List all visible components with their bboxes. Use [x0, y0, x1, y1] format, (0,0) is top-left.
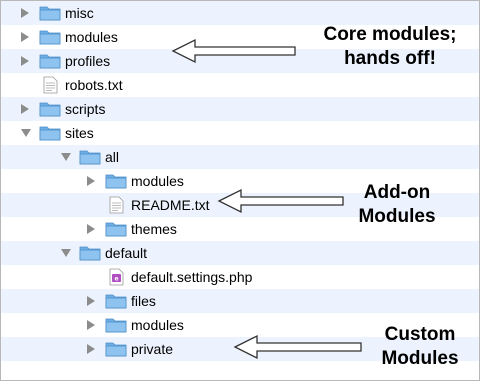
- tree-item-label: profiles: [65, 53, 111, 69]
- annotation-addon-modules: Add-on Modules: [337, 181, 457, 229]
- tree-item-label: all: [105, 149, 120, 165]
- folder-icon: [39, 52, 61, 70]
- annotation-core-line2: hands off!: [344, 48, 436, 69]
- folder-icon: [39, 28, 61, 46]
- disclosure-expanded-icon[interactable]: [61, 153, 71, 161]
- disclosure-collapsed-icon[interactable]: [21, 32, 29, 42]
- tree-row-folder[interactable]: misc: [1, 1, 479, 25]
- disclosure-collapsed-icon[interactable]: [87, 344, 95, 354]
- annotation-core-line1: Core modules;: [323, 24, 457, 45]
- annotation-custom-modules: Custom Modules: [361, 323, 479, 371]
- annotation-custom-line1: Custom: [384, 324, 456, 345]
- tree-item-label: themes: [131, 221, 177, 237]
- tree-item-label: modules: [131, 317, 184, 333]
- tree-row-folder[interactable]: sites: [1, 121, 479, 145]
- disclosure-collapsed-icon[interactable]: [87, 224, 95, 234]
- disclosure-collapsed-icon[interactable]: [21, 8, 29, 18]
- finder-window: misc modules profiles robots.txt scripts site…: [0, 0, 480, 381]
- tree-item-label: private: [131, 341, 174, 357]
- tree-item-label: scripts: [65, 101, 106, 117]
- folder-icon: [39, 124, 61, 142]
- tree-item-label: files: [131, 293, 156, 309]
- tree-row-folder[interactable]: default: [1, 241, 479, 265]
- disclosure-expanded-icon[interactable]: [61, 249, 71, 257]
- folder-icon: [39, 4, 61, 22]
- folder-icon: [79, 244, 101, 262]
- addon-arrow-icon: [217, 188, 344, 214]
- tree-item-label: modules: [131, 173, 184, 189]
- tree-item-label: modules: [65, 29, 118, 45]
- tree-row-folder[interactable]: all: [1, 145, 479, 169]
- tree-item-label: default.settings.php: [131, 269, 253, 285]
- folder-icon: [79, 148, 101, 166]
- annotation-core-modules: Core modules; hands off!: [301, 23, 479, 71]
- custom-arrow-icon: [233, 334, 362, 360]
- core-arrow-icon: [171, 38, 296, 64]
- folder-icon: [105, 220, 127, 238]
- disclosure-collapsed-icon[interactable]: [87, 320, 95, 330]
- tree-item-label: robots.txt: [65, 77, 123, 93]
- disclosure-expanded-icon[interactable]: [21, 129, 31, 137]
- disclosure-collapsed-icon[interactable]: [87, 176, 95, 186]
- folder-icon: [39, 100, 61, 118]
- tree-row-folder[interactable]: files: [1, 289, 479, 313]
- php-file-icon: e: [105, 268, 127, 286]
- tree-row-file[interactable]: e default.settings.php: [1, 265, 479, 289]
- annotation-addon-line2: Modules: [358, 206, 436, 227]
- disclosure-collapsed-icon[interactable]: [21, 56, 29, 66]
- svg-text:e: e: [114, 276, 118, 283]
- folder-icon: [105, 316, 127, 334]
- folder-icon: [105, 172, 127, 190]
- folder-icon: [105, 292, 127, 310]
- disclosure-collapsed-icon[interactable]: [21, 104, 29, 114]
- tree-row-folder[interactable]: scripts: [1, 97, 479, 121]
- text-file-icon: [39, 76, 61, 94]
- tree-item-label: default: [105, 245, 148, 261]
- folder-icon: [105, 340, 127, 358]
- tree-item-label: sites: [65, 125, 94, 141]
- tree-row-file[interactable]: robots.txt: [1, 73, 479, 97]
- disclosure-collapsed-icon[interactable]: [87, 296, 95, 306]
- text-file-icon: [105, 196, 127, 214]
- annotation-addon-line1: Add-on: [363, 182, 431, 203]
- tree-item-label: misc: [65, 5, 94, 21]
- annotation-custom-line2: Modules: [381, 348, 459, 369]
- tree-item-label: README.txt: [131, 197, 210, 213]
